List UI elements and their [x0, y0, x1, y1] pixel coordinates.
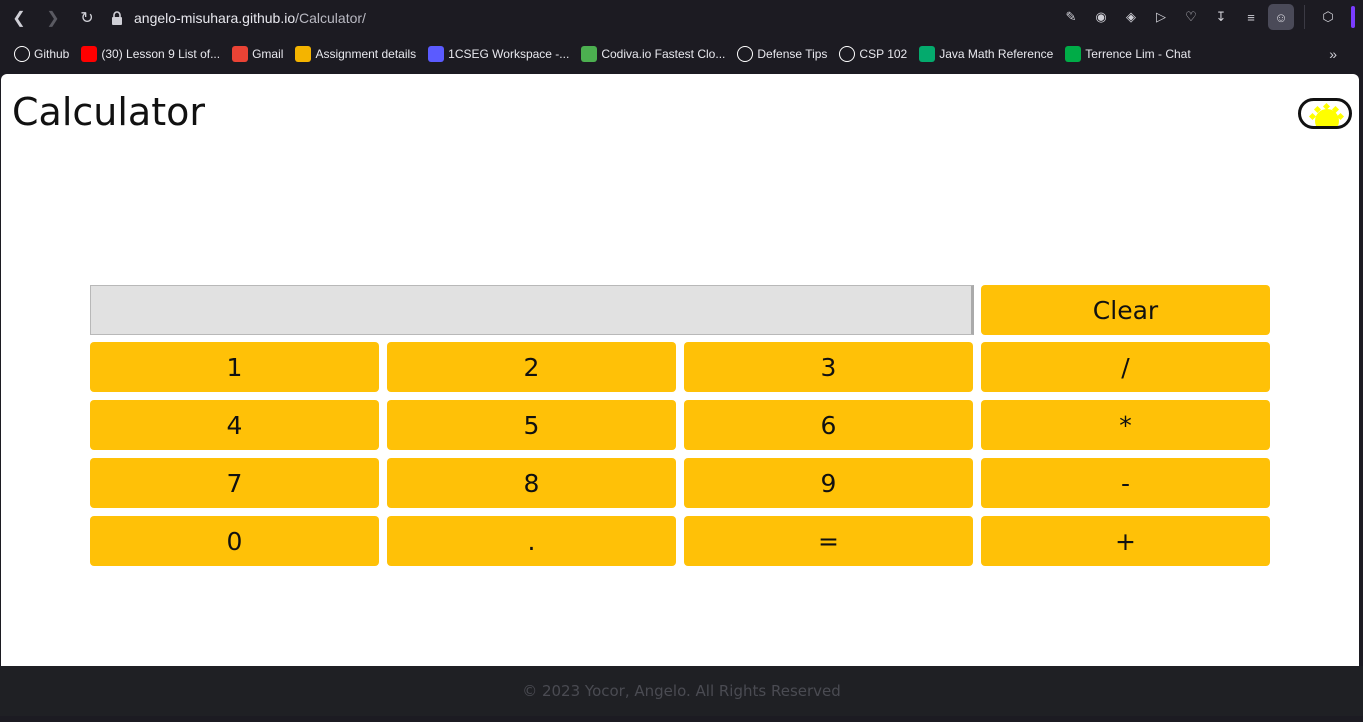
gmail-icon	[232, 46, 249, 62]
github-icon	[14, 46, 30, 62]
page-title: Calculator	[12, 90, 205, 134]
bookmark-item[interactable]: Terrence Lim - Chat	[1065, 46, 1191, 62]
bookmark-label: CSP 102	[859, 47, 908, 61]
bookmarks-bar: Github (30) Lesson 9 List of... Gmail Assig…	[0, 38, 1363, 70]
back-icon[interactable]: ❮	[2, 1, 36, 35]
key-digit-8-button[interactable]: 8	[387, 458, 676, 508]
divider	[1304, 5, 1305, 29]
profile-icon[interactable]: ☺	[1268, 4, 1294, 30]
accent-bar	[1351, 6, 1355, 28]
notion-icon	[737, 46, 754, 62]
key-digit-5-button[interactable]: 5	[387, 400, 676, 450]
theme-toggle[interactable]	[1298, 98, 1352, 129]
key-multiply-button[interactable]: *	[981, 400, 1270, 450]
chat-icon	[1065, 46, 1082, 62]
heart-icon[interactable]: ♡	[1178, 4, 1204, 30]
bookmark-item[interactable]: Github	[14, 46, 69, 62]
key-add-button[interactable]: +	[981, 516, 1270, 566]
bookmark-item[interactable]: Codiva.io Fastest Clo...	[581, 46, 725, 62]
page-content: Calculator Clear 1 2 3/ 4 5 6 * 7 8 9- 0. = +	[1, 74, 1359, 666]
toolbar-icons: ✎ ◉ ◈ ▷ ♡ ↧ ≡ ☺ ⬡	[1058, 4, 1355, 30]
key-digit-4-button[interactable]: 4	[90, 400, 379, 450]
cube-icon[interactable]: ⬡	[1315, 4, 1341, 30]
key-digit-7-button[interactable]: 7	[90, 458, 379, 508]
url-path: /Calculator/	[295, 9, 366, 26]
bookmark-label: Github	[34, 47, 70, 61]
lock-icon	[112, 10, 122, 25]
bookmark-label: (30) Lesson 9 List of...	[101, 47, 221, 61]
bookmark-item[interactable]: Defense Tips	[737, 46, 827, 62]
classroom-icon	[295, 46, 312, 62]
bookmark-label: Assignment details	[315, 47, 417, 61]
key-digit-2-button[interactable]: 2	[387, 342, 676, 392]
key-digit-1-button[interactable]: 1	[90, 342, 379, 392]
key-subtract-button[interactable]: -	[981, 458, 1270, 508]
edit-icon[interactable]: ✎	[1058, 4, 1084, 30]
clear-button[interactable]: Clear	[981, 285, 1270, 335]
key-divide-button[interactable]: /	[981, 342, 1270, 392]
codiva-icon	[581, 46, 598, 62]
reload-icon[interactable]: ↻	[70, 1, 104, 35]
bookmark-item[interactable]: (30) Lesson 9 List of...	[81, 46, 220, 62]
address-bar[interactable]: angelo-misuhara.github.io/Calculator/	[110, 6, 366, 29]
bookmark-label: Codiva.io Fastest Clo...	[601, 47, 726, 61]
camera-icon[interactable]: ◉	[1088, 4, 1114, 30]
key-digit-6-button[interactable]: 6	[684, 400, 973, 450]
sliders-icon[interactable]: ≡	[1238, 4, 1264, 30]
bookmarks-overflow-icon[interactable]: »	[1329, 46, 1337, 62]
shield-icon[interactable]: ◈	[1118, 4, 1144, 30]
download-icon[interactable]: ↧	[1208, 4, 1234, 30]
calculator-display[interactable]	[90, 285, 974, 335]
bookmark-label: Java Math Reference	[939, 47, 1054, 61]
key-digit-9-button[interactable]: 9	[684, 458, 973, 508]
forward-icon[interactable]: ❯	[36, 1, 70, 35]
bookmark-label: Terrence Lim - Chat	[1085, 47, 1191, 61]
bookmark-label: 1CSEG Workspace -...	[448, 47, 570, 61]
bookmark-item[interactable]: 1CSEG Workspace -...	[428, 46, 569, 62]
bookmark-item[interactable]: CSP 102	[839, 46, 907, 62]
workspace-icon	[428, 46, 445, 62]
bookmark-item[interactable]: Gmail	[232, 46, 283, 62]
w3-icon	[919, 46, 936, 62]
key-equals-button[interactable]: =	[684, 516, 973, 566]
url-host: angelo-misuhara.github.io	[134, 9, 296, 26]
key-decimal-button[interactable]: .	[387, 516, 676, 566]
notion-icon	[839, 46, 856, 62]
key-digit-3-button[interactable]: 3	[684, 342, 973, 392]
bookmark-item[interactable]: Java Math Reference	[919, 46, 1053, 62]
send-icon[interactable]: ▷	[1148, 4, 1174, 30]
key-digit-0-button[interactable]: 0	[90, 516, 379, 566]
window-bottom-edge	[0, 716, 1363, 722]
bookmark-item[interactable]: Assignment details	[295, 46, 416, 62]
footer: © 2023 Yocor, Angelo. All Rights Reserve…	[0, 666, 1363, 716]
youtube-icon	[81, 46, 98, 62]
bookmark-label: Gmail	[252, 47, 284, 61]
bookmark-label: Defense Tips	[757, 47, 828, 61]
copyright-text: © 2023 Yocor, Angelo. All Rights Reserve…	[522, 682, 841, 700]
